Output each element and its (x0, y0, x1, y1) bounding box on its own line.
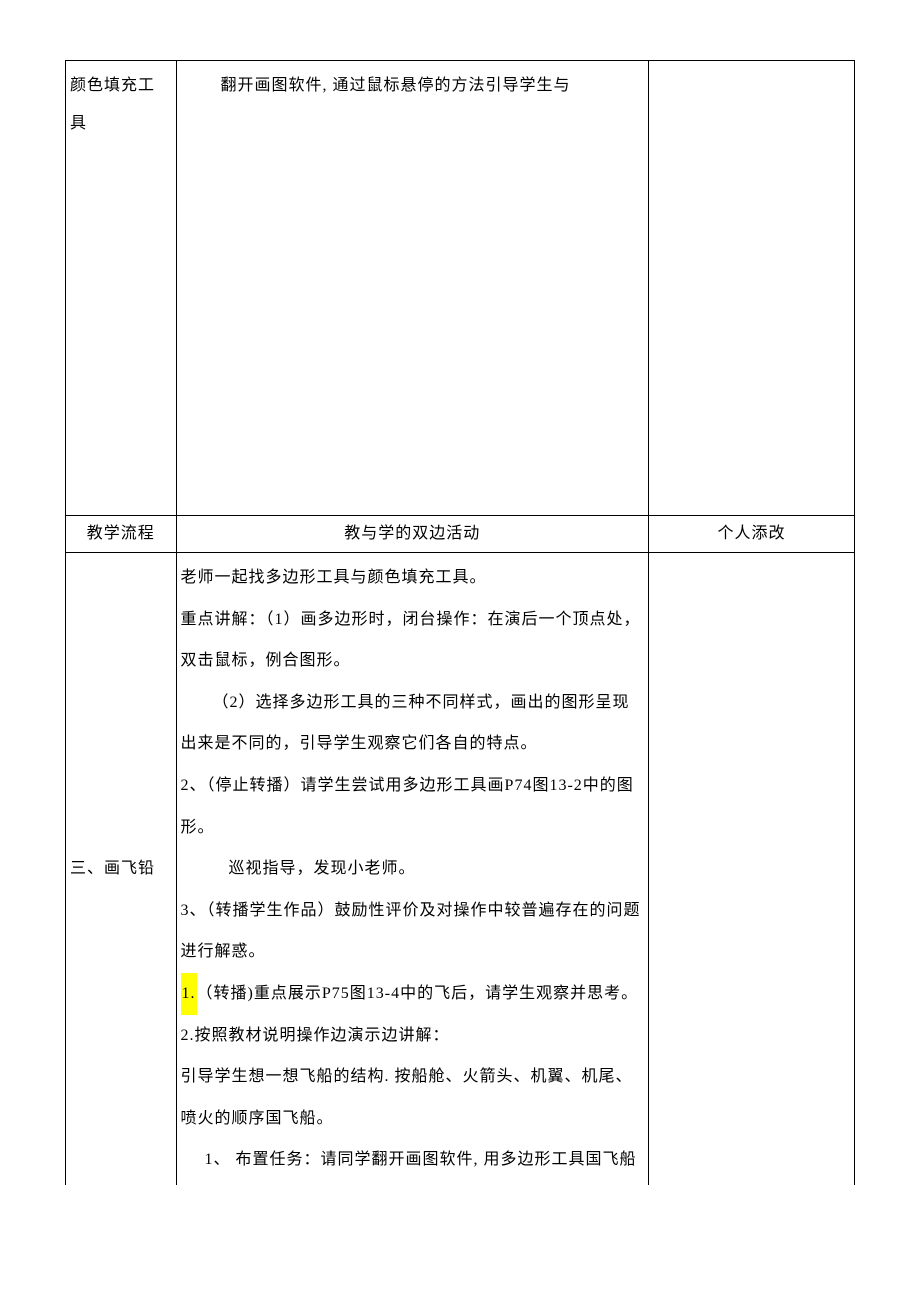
table-row: 颜色填充工具 翻开画图软件, 通过鼠标悬停的方法引导学生与 (66, 61, 855, 516)
cell-r3c2: 老师一起找多边形工具与颜色填充工具。 重点讲解：（1）画多边形时，闭台操作：在演… (176, 553, 648, 1185)
paragraph: 2.按照教材说明操作边演示边讲解： (181, 1015, 644, 1057)
text: 颜色填充工具 (70, 77, 155, 132)
body-content: 老师一起找多边形工具与颜色填充工具。 重点讲解：（1）画多边形时，闭台操作：在演… (177, 553, 648, 1185)
cell-header-2: 教与学的双边活动 (176, 516, 648, 553)
paragraph: （2）选择多边形工具的三种不同样式，画出的图形呈现出来是不同的，引导学生观察它们… (181, 682, 644, 765)
highlight-mark: 1. (181, 973, 197, 1015)
cell-r1c2: 翻开画图软件, 通过鼠标悬停的方法引导学生与 (176, 61, 648, 516)
table-header-row: 教学流程 教与学的双边活动 个人添改 (66, 516, 855, 553)
lesson-table: 颜色填充工具 翻开画图软件, 通过鼠标悬停的方法引导学生与 教学流程 教与学的双… (65, 60, 855, 1185)
cell-header-3: 个人添改 (648, 516, 854, 553)
header-text: 教学流程 (87, 525, 155, 542)
cell-header-1: 教学流程 (66, 516, 177, 553)
cell-r1c3 (648, 61, 854, 516)
header-text: 个人添改 (717, 525, 785, 542)
cell-r3c1: 三、画飞铅 (66, 553, 177, 1185)
paragraph: 3、（转播学生作品）鼓励性评价及对操作中较普遍存在的问题进行解惑。 (181, 890, 644, 973)
cell-r1c1: 颜色填充工具 (66, 61, 177, 516)
cell-r3c3 (648, 553, 854, 1185)
section-label: 三、画飞铅 (70, 860, 155, 877)
paragraph: 重点讲解：（1）画多边形时，闭台操作：在演后一个顶点处，双击鼠标，例合图形。 (181, 599, 644, 682)
paragraph: 引导学生想一想飞船的结构. 按船舱、火箭头、机翼、机尾、喷火的顺序国飞船。 (181, 1056, 644, 1139)
paragraph: 1、 布置任务：请同学翻开画图软件, 用多边形工具国飞船 (181, 1139, 644, 1181)
paragraph: 1.（转播)重点展示P75图13-4中的飞后，请学生观察并思考。 (181, 973, 644, 1015)
paragraph: 巡视指导，发现小老师。 (181, 848, 644, 890)
header-text: 教与学的双边活动 (344, 525, 480, 542)
paragraph: 老师一起找多边形工具与颜色填充工具。 (181, 557, 644, 599)
paragraph: 2、（停止转播）请学生尝试用多边形工具画P74图13-2中的图形。 (181, 765, 644, 848)
text: 翻开画图软件, 通过鼠标悬停的方法引导学生与 (221, 77, 571, 94)
document-page: 颜色填充工具 翻开画图软件, 通过鼠标悬停的方法引导学生与 教学流程 教与学的双… (0, 0, 920, 1185)
table-row: 三、画飞铅 老师一起找多边形工具与颜色填充工具。 重点讲解：（1）画多边形时，闭… (66, 553, 855, 1185)
text: （转播)重点展示P75图13-4中的飞后，请学生观察并思考。 (197, 985, 639, 1002)
